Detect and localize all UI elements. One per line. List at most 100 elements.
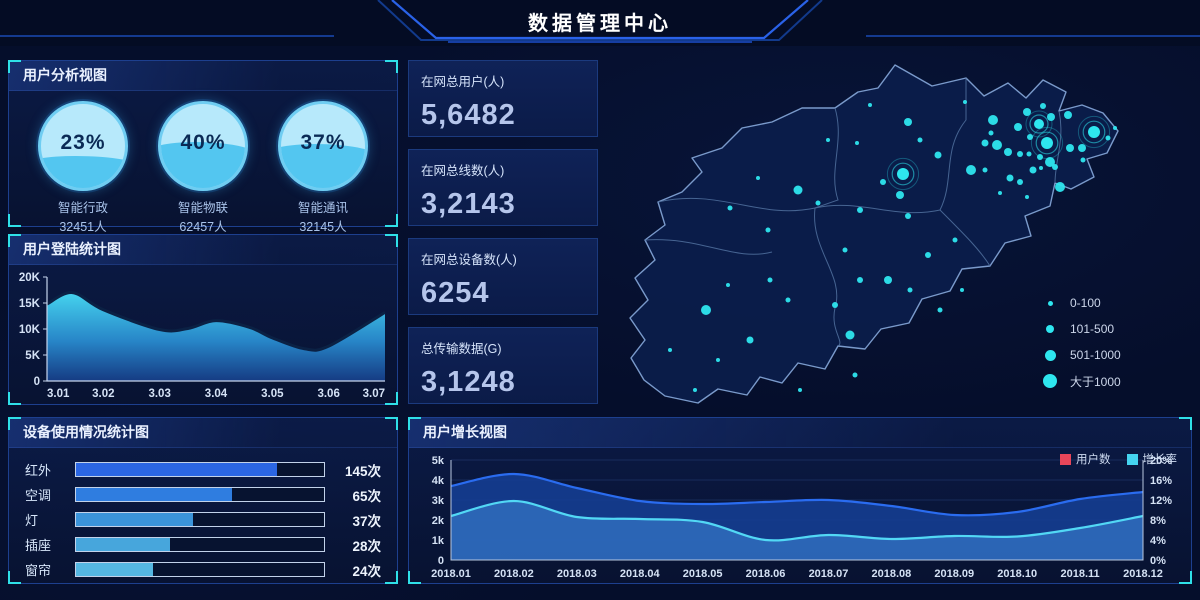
map-dot[interactable] bbox=[960, 288, 964, 292]
map-dot[interactable] bbox=[938, 308, 943, 313]
map-dot[interactable] bbox=[1025, 195, 1029, 199]
map-dot[interactable] bbox=[983, 168, 988, 173]
map-dot[interactable] bbox=[855, 141, 859, 145]
map-dot[interactable] bbox=[794, 186, 803, 195]
map-dot[interactable] bbox=[1055, 182, 1065, 192]
map-dot[interactable] bbox=[716, 358, 720, 362]
map-dot[interactable] bbox=[857, 277, 863, 283]
stat-card-total-users: 在网总用户(人) 5,6482 bbox=[408, 60, 598, 137]
map-dot[interactable] bbox=[918, 138, 923, 143]
map-dot[interactable] bbox=[925, 252, 931, 258]
bar-track[interactable] bbox=[75, 487, 325, 502]
bar-track[interactable] bbox=[75, 562, 325, 577]
map-dot[interactable] bbox=[992, 140, 1002, 150]
map-dot[interactable] bbox=[843, 248, 848, 253]
corner-accent bbox=[8, 417, 21, 430]
map-dot[interactable] bbox=[701, 305, 711, 315]
left-tick-label: 4k bbox=[432, 475, 445, 487]
map-dot[interactable] bbox=[1066, 144, 1074, 152]
map-dot[interactable] bbox=[988, 115, 998, 125]
map-dot[interactable] bbox=[766, 228, 771, 233]
map-ripple-dot[interactable] bbox=[1034, 119, 1044, 129]
bar-value: 37次 bbox=[325, 510, 381, 530]
map-dot[interactable] bbox=[896, 191, 904, 199]
map-dot[interactable] bbox=[668, 348, 672, 352]
map-dot[interactable] bbox=[953, 238, 958, 243]
liquid-gauge[interactable]: 23% bbox=[38, 101, 128, 191]
map-dot[interactable] bbox=[786, 298, 791, 303]
map-dot[interactable] bbox=[1037, 154, 1043, 160]
right-tick-label: 12% bbox=[1150, 495, 1172, 507]
x-tick-label: 2018.09 bbox=[934, 568, 974, 580]
map-dot[interactable] bbox=[1023, 108, 1031, 116]
gauge-item: 40% 智能物联 62457人 bbox=[148, 101, 258, 237]
bar-track[interactable] bbox=[75, 537, 325, 552]
map-dot[interactable] bbox=[853, 373, 858, 378]
y-tick-label: 15K bbox=[19, 298, 41, 310]
login-area-chart[interactable]: 05K10K15K20K3.013.023.033.043.053.063.07 bbox=[9, 265, 397, 403]
map-dot[interactable] bbox=[880, 179, 886, 185]
map-dot[interactable] bbox=[1017, 151, 1023, 157]
map-ripple-dot[interactable] bbox=[897, 168, 909, 180]
map-dot[interactable] bbox=[1081, 158, 1086, 163]
liquid-gauge[interactable]: 37% bbox=[278, 101, 368, 191]
bar-row: 窗帘 24次 bbox=[25, 557, 381, 582]
map-dot[interactable] bbox=[966, 165, 976, 175]
legend-swatch-growth bbox=[1127, 454, 1138, 465]
corner-accent bbox=[8, 392, 21, 405]
map-dot[interactable] bbox=[998, 191, 1002, 195]
map-dot[interactable] bbox=[768, 278, 773, 283]
legend-label: 101-500 bbox=[1070, 322, 1114, 336]
map-dot[interactable] bbox=[857, 207, 863, 213]
map-dot[interactable] bbox=[884, 276, 892, 284]
map-dot[interactable] bbox=[1113, 126, 1117, 130]
panel-user-analysis: 用户分析视图 23% 智能行政 32451人 40% 智能物联 62457人 bbox=[8, 60, 398, 227]
map-dot[interactable] bbox=[963, 100, 967, 104]
map-dot[interactable] bbox=[826, 138, 830, 142]
map-ripple-dot[interactable] bbox=[1088, 126, 1100, 138]
bar-track[interactable] bbox=[75, 512, 325, 527]
legend-item-users[interactable]: 用户数 bbox=[1060, 451, 1111, 467]
map-dot[interactable] bbox=[905, 213, 911, 219]
map-legend-item: 101-500 bbox=[1040, 316, 1121, 342]
map-dot[interactable] bbox=[798, 388, 802, 392]
map-dot[interactable] bbox=[1078, 144, 1086, 152]
map-dot[interactable] bbox=[1039, 166, 1043, 170]
map-dot[interactable] bbox=[693, 388, 697, 392]
map-dot[interactable] bbox=[728, 206, 733, 211]
map-dot[interactable] bbox=[1027, 152, 1032, 157]
map-dot[interactable] bbox=[1047, 113, 1055, 121]
map-dot[interactable] bbox=[1014, 123, 1022, 131]
map-dot[interactable] bbox=[1040, 103, 1046, 109]
map-dot[interactable] bbox=[747, 337, 754, 344]
map-dot[interactable] bbox=[846, 331, 855, 340]
map-dot[interactable] bbox=[1027, 134, 1033, 140]
bar-fill bbox=[76, 513, 193, 526]
map-dot[interactable] bbox=[726, 283, 730, 287]
map-dot[interactable] bbox=[868, 103, 872, 107]
map-dot[interactable] bbox=[1045, 157, 1055, 167]
growth-line-chart[interactable]: 01k2k3k4k5k0%4%8%12%16%20%2018.012018.02… bbox=[409, 448, 1191, 584]
map-dot[interactable] bbox=[904, 118, 912, 126]
map-dot[interactable] bbox=[1064, 111, 1072, 119]
map-dot[interactable] bbox=[989, 131, 994, 136]
map-dot[interactable] bbox=[1017, 179, 1023, 185]
legend-item-growth[interactable]: 增长率 bbox=[1127, 451, 1178, 467]
map-dot[interactable] bbox=[935, 152, 942, 159]
map-ripple-dot[interactable] bbox=[1041, 137, 1053, 149]
x-tick-label: 2018.01 bbox=[431, 568, 471, 580]
map-dot[interactable] bbox=[756, 176, 760, 180]
map-dot[interactable] bbox=[816, 201, 821, 206]
map-dot[interactable] bbox=[982, 140, 989, 147]
map-dot[interactable] bbox=[1030, 167, 1037, 174]
stat-label: 在网总线数(人) bbox=[421, 160, 585, 179]
bar-track[interactable] bbox=[75, 462, 325, 477]
x-tick-label: 2018.05 bbox=[683, 568, 723, 580]
map-dot[interactable] bbox=[1004, 148, 1012, 156]
map-dot[interactable] bbox=[1007, 175, 1014, 182]
liquid-gauge[interactable]: 40% bbox=[158, 101, 248, 191]
map-dot[interactable] bbox=[1106, 136, 1111, 141]
corner-accent bbox=[385, 234, 398, 247]
map-dot[interactable] bbox=[832, 302, 838, 308]
map-dot[interactable] bbox=[908, 288, 913, 293]
